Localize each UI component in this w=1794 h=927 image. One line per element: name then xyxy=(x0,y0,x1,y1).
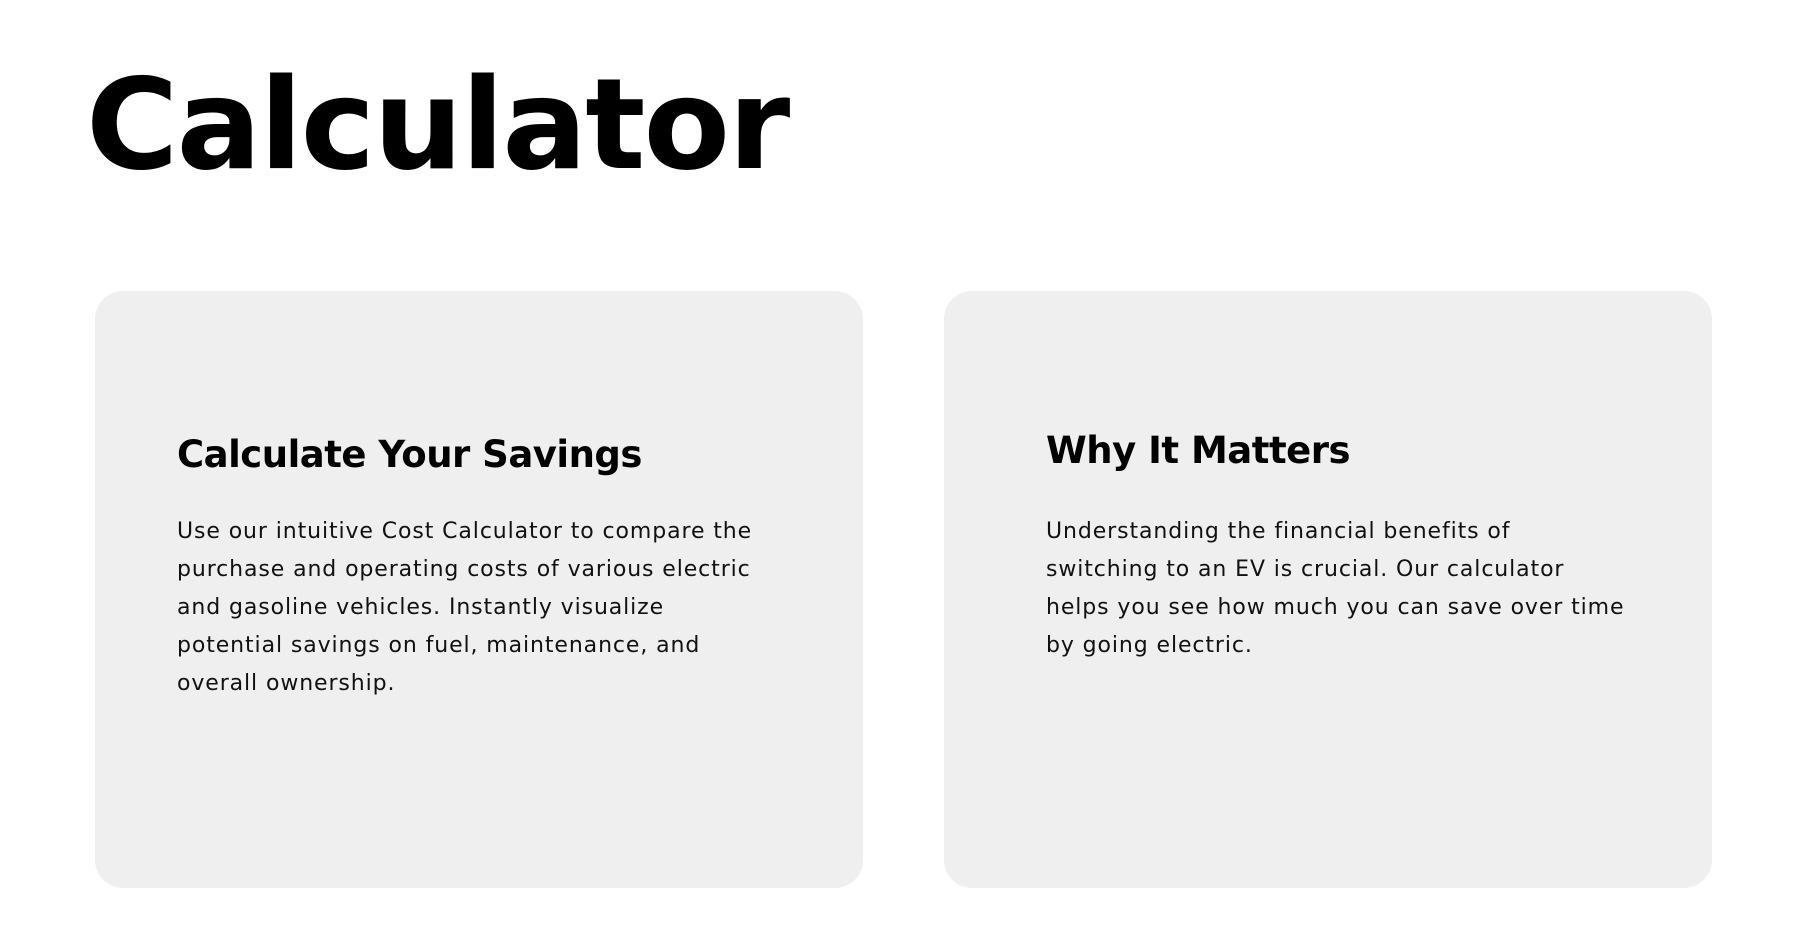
card-body-text: Use our intuitive Cost Calculator to com… xyxy=(177,519,753,696)
calculate-savings-card: Calculate Your Savings Use our intuitive… xyxy=(95,291,863,888)
card-heading: Why It Matters xyxy=(1046,429,1351,472)
page-title: Calculator xyxy=(86,51,790,198)
why-it-matters-card: Why It Matters Understanding the financi… xyxy=(944,291,1712,888)
card-body-text: Understanding the financial benefits of … xyxy=(1046,519,1625,658)
card-heading: Calculate Your Savings xyxy=(177,433,642,476)
